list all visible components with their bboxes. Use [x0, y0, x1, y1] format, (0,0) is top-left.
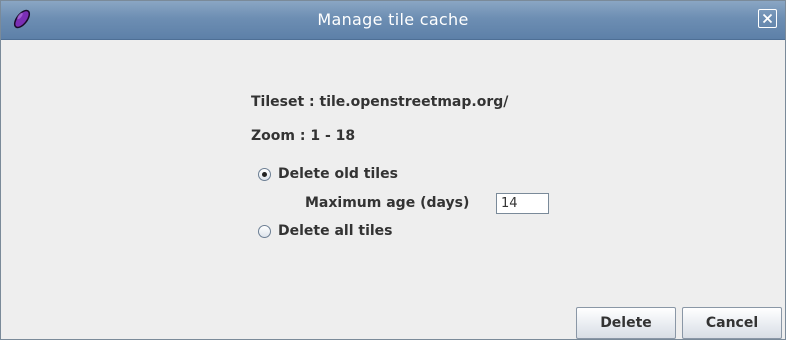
titlebar[interactable]: Manage tile cache — [1, 1, 785, 40]
delete-all-tiles-label: Delete all tiles — [278, 223, 393, 239]
delete-old-tiles-label: Delete old tiles — [278, 166, 398, 182]
tileset-label: Tileset : tile.openstreetmap.org/ — [251, 94, 509, 110]
zoom-label: Zoom : 1 - 18 — [251, 128, 356, 144]
radio-unchecked-icon — [258, 224, 271, 238]
cancel-button[interactable]: Cancel — [682, 307, 782, 339]
window-title: Manage tile cache — [317, 10, 469, 29]
radio-checked-icon — [258, 167, 271, 181]
delete-button[interactable]: Delete — [576, 307, 676, 339]
delete-all-tiles-radio[interactable]: Delete all tiles — [258, 223, 393, 239]
manage-tile-cache-dialog: Manage tile cache Tileset : tile.openstr… — [0, 0, 786, 340]
delete-old-tiles-radio[interactable]: Delete old tiles — [258, 166, 398, 182]
close-button[interactable] — [758, 9, 777, 28]
maximum-age-label: Maximum age (days) — [305, 195, 470, 211]
dialog-content: Tileset : tile.openstreetmap.org/ Zoom :… — [1, 40, 785, 339]
maximum-age-input[interactable] — [496, 193, 549, 214]
